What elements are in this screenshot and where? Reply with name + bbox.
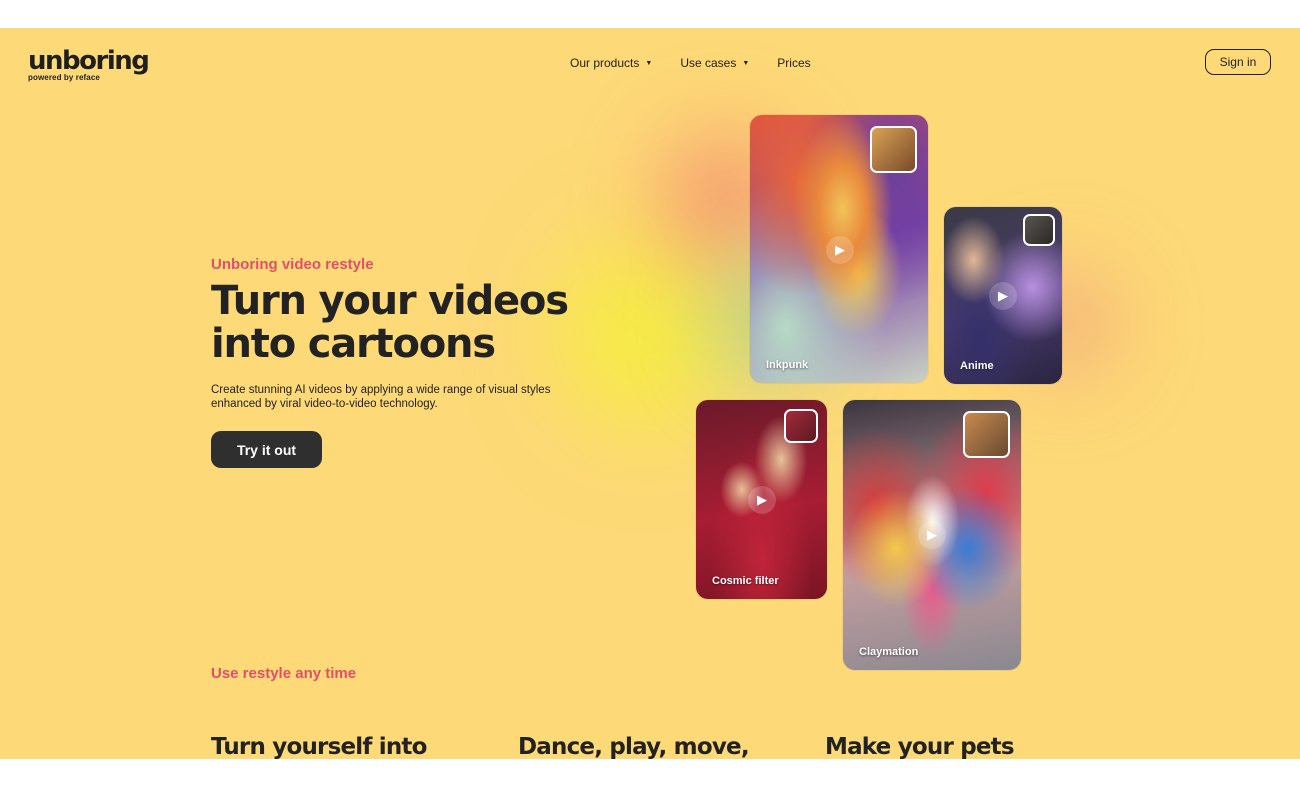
main-nav: Our products ▼ Use cases ▼ Prices: [570, 56, 839, 70]
headline-line: into cartoons: [211, 321, 496, 367]
sign-in-button[interactable]: Sign in: [1205, 49, 1271, 75]
style-card-claymation[interactable]: ▶ Claymation: [843, 400, 1021, 670]
nav-label: Use cases: [680, 56, 737, 70]
nav-our-products[interactable]: Our products ▼: [570, 56, 652, 70]
source-thumbnail: [963, 411, 1010, 458]
caret-down-icon: ▼: [645, 59, 653, 67]
try-it-out-button[interactable]: Try it out: [211, 431, 322, 468]
card-label: Inkpunk: [766, 359, 809, 371]
card-label: Anime: [960, 360, 994, 372]
card-label: Cosmic filter: [712, 575, 779, 587]
logo-wordmark: unboring: [28, 46, 150, 76]
brand-logo[interactable]: unboring powered by reface: [28, 46, 150, 82]
hero-headline: Turn your videos into cartoons: [211, 280, 631, 366]
style-card-inkpunk[interactable]: ▶ Inkpunk: [750, 115, 928, 383]
use-case-headings: Turn yourself into Dance, play, move, Ma…: [211, 734, 1132, 759]
use-case-heading: Turn yourself into: [211, 734, 427, 759]
nav-label: Prices: [777, 56, 811, 70]
source-thumbnail: [870, 126, 917, 173]
use-case-heading: Dance, play, move,: [518, 734, 750, 759]
hero-eyebrow: Unboring video restyle: [211, 256, 374, 273]
play-icon[interactable]: ▶: [989, 282, 1017, 310]
source-thumbnail: [784, 409, 818, 443]
use-case-heading: Make your pets: [825, 734, 1015, 759]
play-icon[interactable]: ▶: [826, 236, 854, 264]
hero-description: Create stunning AI videos by applying a …: [211, 383, 571, 411]
card-label: Claymation: [859, 646, 919, 658]
section-eyebrow: Use restyle any time: [211, 665, 357, 682]
description-line: Create stunning AI videos by applying a …: [211, 384, 551, 396]
style-card-anime[interactable]: ▶ Anime: [944, 207, 1062, 384]
style-card-cosmic-filter[interactable]: ▶ Cosmic filter: [696, 400, 827, 599]
nav-use-cases[interactable]: Use cases ▼: [680, 56, 749, 70]
nav-label: Our products: [570, 56, 640, 70]
description-line: enhanced by viral video-to-video technol…: [211, 398, 438, 410]
play-icon[interactable]: ▶: [918, 521, 946, 549]
caret-down-icon: ▼: [742, 59, 750, 67]
hero-section: unboring powered by reface Our products …: [0, 28, 1300, 759]
source-thumbnail: [1023, 214, 1055, 246]
nav-prices[interactable]: Prices: [777, 56, 810, 70]
play-icon[interactable]: ▶: [748, 486, 776, 514]
headline-line: Turn your videos: [211, 278, 569, 324]
